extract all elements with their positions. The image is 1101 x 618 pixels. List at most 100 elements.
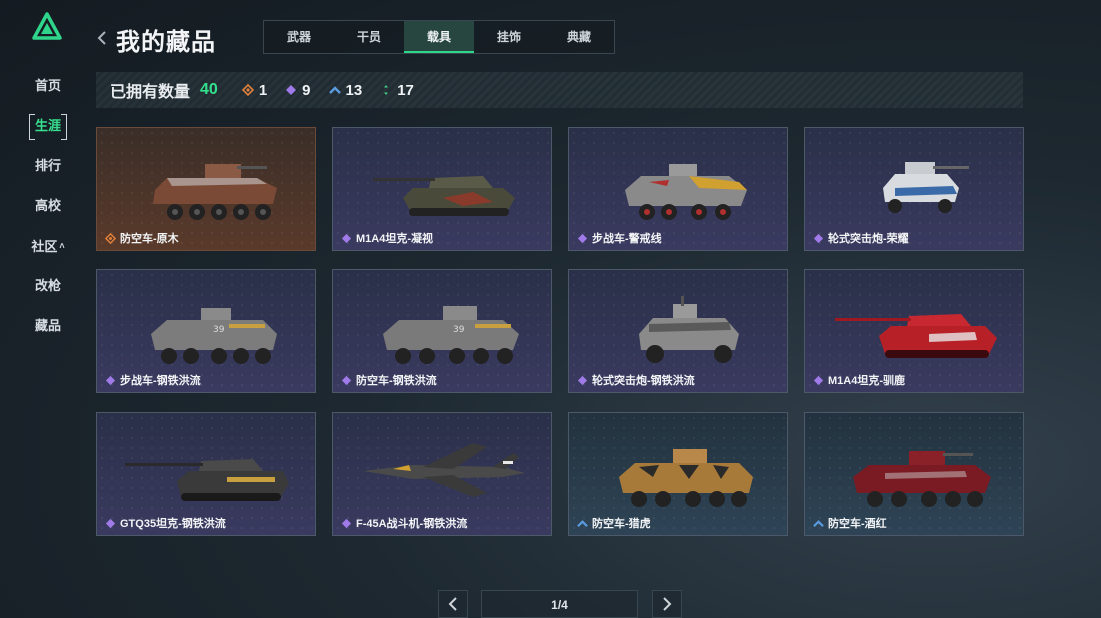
card-name-row: 轮式突击炮-钢铁洪流 [577, 372, 695, 388]
next-page-button[interactable] [652, 590, 682, 618]
collection-card[interactable]: 步战车-警戒线 [568, 127, 788, 251]
purple-diamond-icon [577, 233, 588, 243]
sidebar-item-label: 高校 [34, 198, 61, 213]
chevron-left-icon [448, 597, 457, 611]
vehicle-aa-truck-image [853, 451, 991, 507]
collection-card[interactable]: M1A4坦克-驯鹿 [804, 269, 1024, 393]
card-name-row: 轮式突击炮-荣耀 [813, 230, 909, 246]
card-item-name: 防空车-钢铁洪流 [356, 375, 437, 387]
sidebar-item-community[interactable]: 社区 ˄ [0, 226, 96, 266]
collection-card[interactable]: 轮式突击炮-钢铁洪流 [568, 269, 788, 393]
sidebar-item-label: 藏品 [34, 318, 61, 333]
rarity-count: 17 [397, 81, 414, 99]
chevron-right-icon [663, 597, 672, 611]
card-name-row: M1A4坦克-凝视 [341, 230, 433, 246]
card-item-name: F-45A战斗机-钢铁洪流 [356, 518, 468, 530]
card-item-name: 轮式突击炮-荣耀 [828, 233, 909, 245]
tab-vehicles[interactable]: 载具 [404, 21, 474, 53]
collection-card[interactable]: 防空车-猎虎 [568, 412, 788, 536]
pagination: 1/4 [0, 590, 1101, 618]
vehicle-tank-image [835, 314, 997, 358]
collection-card[interactable]: 防空车-酒红 [804, 412, 1024, 536]
vehicle-ifv-image: 39 [151, 308, 277, 364]
app-logo-icon[interactable] [32, 12, 62, 42]
card-item-name: 防空车-猎虎 [592, 518, 651, 530]
owned-count-value: 40 [200, 81, 218, 98]
collection-grid: 防空车-原木 M1A4坦克-凝视 步战车-警戒线 轮式突击炮-荣耀 39 步战车… [96, 127, 1024, 536]
sidebar-item-career[interactable]: 生涯 [0, 106, 96, 146]
vehicle-wheeled-assault-gun-image [639, 296, 739, 363]
chevron-up-icon: ˄ [59, 241, 65, 251]
prev-page-button[interactable] [438, 590, 468, 618]
back-chevron-icon[interactable] [96, 28, 108, 48]
card-item-name: 防空车-原木 [120, 233, 179, 245]
sidebar-item-label: 改枪 [34, 278, 61, 293]
card-name-row: 防空车-酒红 [813, 515, 887, 531]
tab-collections[interactable]: 典藏 [544, 21, 614, 53]
tab-operators[interactable]: 干员 [334, 21, 404, 53]
purple-diamond-icon [341, 233, 352, 243]
card-name-row: 防空车-钢铁洪流 [341, 372, 437, 388]
vehicle-aa-truck-image [153, 164, 277, 220]
card-item-name: M1A4坦克-驯鹿 [828, 375, 906, 387]
card-name-row: M1A4坦克-驯鹿 [813, 372, 905, 388]
tab-weapons[interactable]: 武器 [264, 21, 334, 53]
rarity-count: 9 [302, 81, 311, 99]
vehicle-light-tank-image [125, 459, 289, 501]
vehicle-fighter-jet-image [363, 443, 525, 497]
tab-charms[interactable]: 挂饰 [474, 21, 544, 53]
purple-diamond-icon [286, 85, 297, 95]
ownership-stats-bar: 已拥有数量 40 1 9 13 17 [96, 72, 1023, 108]
sidebar: 首页 生涯 排行 高校 社区 ˄ 改枪 藏品 [0, 0, 96, 618]
blue-chevron-icon [577, 519, 588, 527]
svg-text:39: 39 [453, 325, 465, 335]
sidebar-item-college[interactable]: 高校 [0, 186, 96, 226]
page-title: 我的藏品 [116, 29, 216, 56]
sidebar-item-gunsmith[interactable]: 改枪 [0, 266, 96, 306]
blue-chevron-icon [328, 86, 341, 94]
page-indicator: 1/4 [481, 590, 638, 618]
orange-diamond-icon [105, 232, 116, 244]
collection-card[interactable]: GTQ35坦克-钢铁洪流 [96, 412, 316, 536]
sidebar-item-home[interactable]: 首页 [0, 66, 96, 106]
card-name-row: 防空车-原木 [105, 230, 179, 246]
rarity-stat-purple: 9 [285, 81, 311, 99]
collection-card[interactable]: M1A4坦克-凝视 [332, 127, 552, 251]
card-item-name: 步战车-钢铁洪流 [120, 375, 201, 387]
rarity-count: 13 [345, 81, 363, 99]
rarity-stat-green: 17 [380, 82, 414, 99]
card-item-name: 防空车-酒红 [828, 518, 887, 530]
purple-diamond-icon [105, 375, 116, 385]
collection-card[interactable]: 39 防空车-钢铁洪流 [332, 269, 552, 393]
rarity-stat-orange: 1 [241, 82, 267, 99]
vehicle-aa-truck-image: 39 [383, 306, 519, 364]
collection-card[interactable]: 39 步战车-钢铁洪流 [96, 269, 316, 393]
sidebar-item-ranking[interactable]: 排行 [0, 146, 96, 186]
sidebar-item-label: 排行 [34, 158, 61, 173]
card-name-row: 防空车-猎虎 [577, 515, 651, 531]
purple-diamond-icon [813, 375, 824, 385]
vehicle-ifv-image [625, 164, 747, 220]
sidebar-item-label: 生涯 [28, 114, 68, 140]
green-dots-icon [384, 85, 389, 95]
owned-count-label: 已拥有数量 [110, 84, 191, 101]
card-item-name: 步战车-警戒线 [592, 233, 662, 245]
vehicle-wheeled-assault-gun-image [883, 162, 969, 213]
orange-diamond-icon [241, 84, 254, 96]
vehicle-aa-truck-image [619, 449, 753, 507]
card-item-name: M1A4坦克-凝视 [356, 233, 434, 245]
card-name-row: GTQ35坦克-钢铁洪流 [105, 515, 226, 531]
purple-diamond-icon [341, 375, 352, 385]
card-item-name: GTQ35坦克-钢铁洪流 [120, 518, 226, 530]
card-name-row: 步战车-钢铁洪流 [105, 372, 201, 388]
collection-card[interactable]: F-45A战斗机-钢铁洪流 [332, 412, 552, 536]
collection-card[interactable]: 防空车-原木 [96, 127, 316, 251]
sidebar-item-collection[interactable]: 藏品 [0, 306, 96, 346]
card-name-row: 步战车-警戒线 [577, 230, 662, 246]
sidebar-item-label: 社区 [31, 239, 58, 254]
purple-diamond-icon [105, 518, 116, 528]
vehicle-tank-image [373, 176, 515, 216]
svg-text:39: 39 [213, 325, 225, 335]
purple-diamond-icon [813, 233, 824, 243]
collection-card[interactable]: 轮式突击炮-荣耀 [804, 127, 1024, 251]
